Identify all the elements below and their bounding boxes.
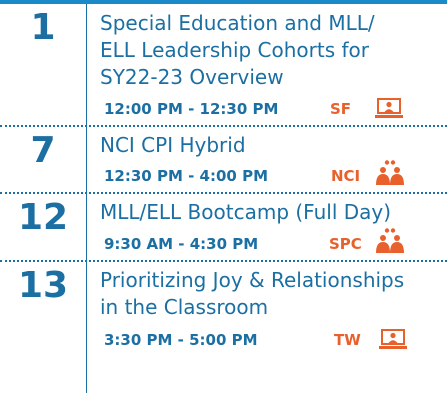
event-title-line: ELL Leadership Cohorts for — [100, 38, 370, 62]
group-discussion-icon — [374, 227, 406, 255]
event-title-line: MLL/ELL Bootcamp (Full Day) — [100, 200, 392, 224]
event-title-line: Prioritizing Joy & Relationships — [100, 268, 405, 292]
event-time: 12:00 PM - 12:30 PM — [104, 100, 279, 118]
event-time: 3:30 PM - 5:00 PM — [104, 331, 258, 349]
event-day: 7 — [30, 130, 56, 171]
event-code: SPC — [329, 235, 362, 253]
event-title-line: NCI CPI Hybrid — [100, 133, 246, 157]
event-row[interactable]: 12 MLL/ELL Bootcamp (Full Day) 9:30 AM -… — [0, 192, 447, 260]
event-time: 9:30 AM - 4:30 PM — [104, 235, 259, 253]
divider — [86, 262, 87, 393]
group-discussion-icon — [374, 159, 406, 187]
event-day: 1 — [30, 7, 56, 48]
event-title-line: in the Classroom — [100, 295, 269, 319]
divider — [86, 4, 87, 125]
event-day: 13 — [17, 265, 69, 306]
presentation-icon — [379, 328, 407, 350]
event-row[interactable]: 1 Special Education and MLL/ ELL Leaders… — [0, 4, 447, 125]
event-schedule: 1 Special Education and MLL/ ELL Leaders… — [0, 4, 447, 393]
event-code: TW — [334, 331, 361, 349]
event-time: 12:30 PM - 4:00 PM — [104, 167, 269, 185]
event-code: SF — [330, 100, 352, 118]
event-row[interactable]: 13 Prioritizing Joy & Relationships in t… — [0, 260, 447, 393]
divider — [86, 194, 87, 260]
event-code: NCI — [331, 167, 361, 185]
event-row[interactable]: 7 NCI CPI Hybrid 12:30 PM - 4:00 PM NCI — [0, 125, 447, 192]
presentation-icon — [375, 97, 403, 119]
event-title-line: SY22-23 Overview — [100, 65, 284, 89]
event-title-line: Special Education and MLL/ — [100, 11, 375, 35]
divider — [86, 127, 87, 192]
event-day: 12 — [17, 197, 69, 238]
